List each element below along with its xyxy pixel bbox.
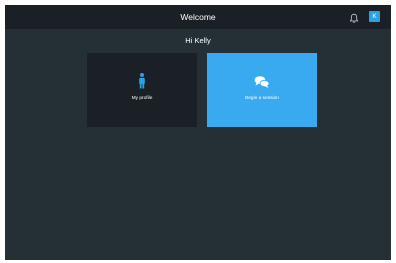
avatar[interactable]: K <box>369 11 380 22</box>
person-icon <box>87 73 197 89</box>
bell-icon[interactable] <box>349 11 359 23</box>
greeting: Hi Kelly <box>185 36 211 45</box>
my-profile-tile[interactable]: My profile <box>87 53 197 127</box>
chat-bubbles-icon <box>207 73 317 89</box>
my-profile-label: My profile <box>131 96 153 101</box>
welcome-screen: Welcome K Hi Kelly My profile Begin a se… <box>5 5 391 260</box>
top-bar: Welcome K <box>5 5 391 29</box>
begin-session-tile[interactable]: Begin a session <box>207 53 317 127</box>
page-title: Welcome <box>180 12 216 22</box>
begin-session-label: Begin a session <box>245 96 279 101</box>
avatar-initial: K <box>372 13 377 20</box>
